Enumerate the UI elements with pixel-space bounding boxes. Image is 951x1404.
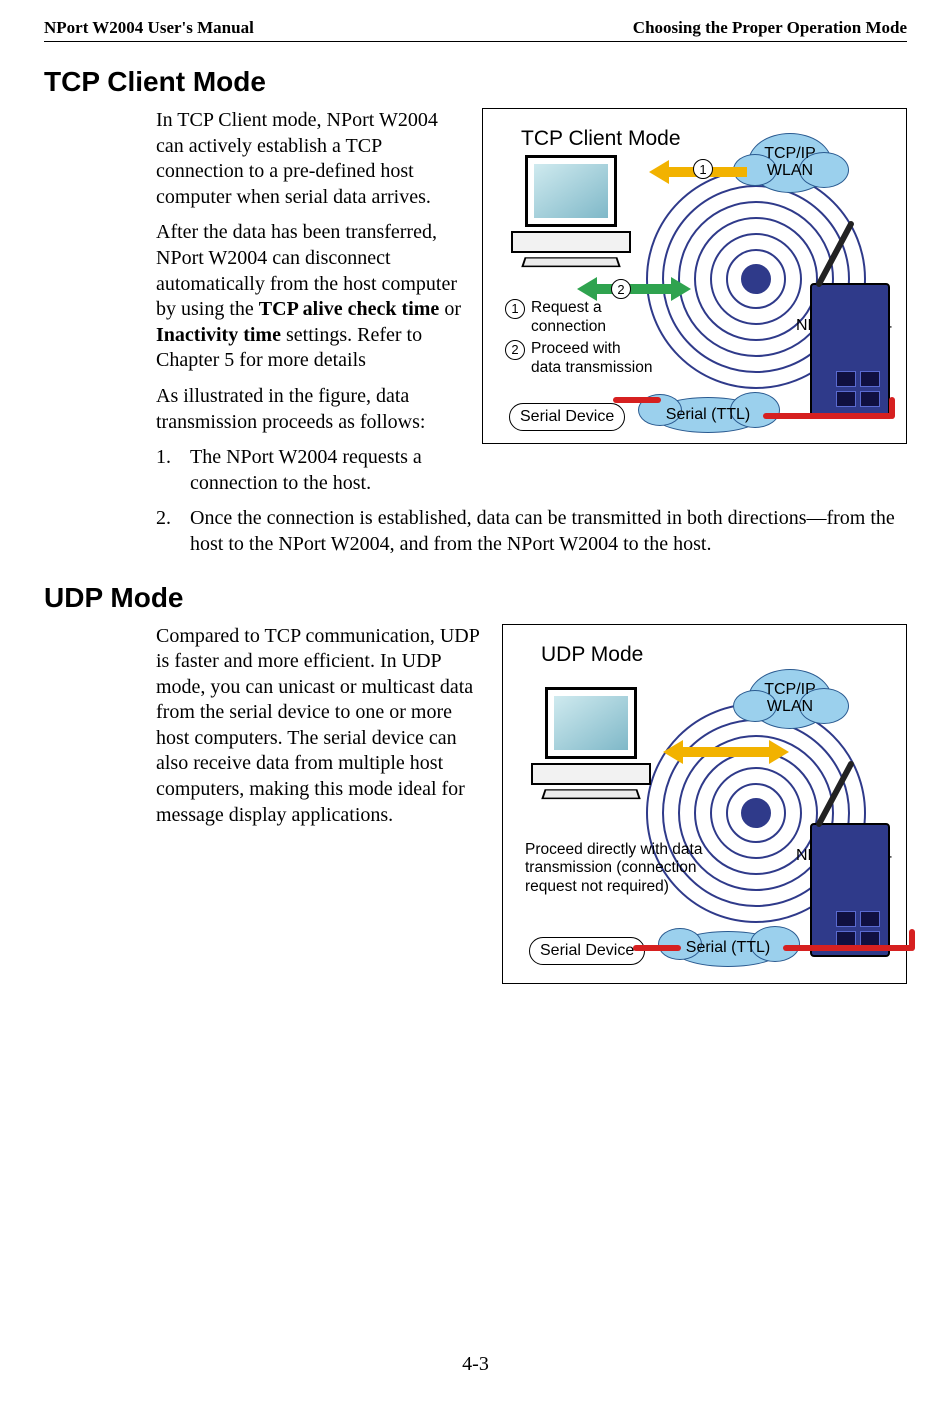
host-pc-icon [531, 687, 651, 797]
tcpip-wlan-cloud-icon: TCP/IPWLAN [748, 133, 832, 193]
nport-device-icon [810, 283, 890, 417]
fig2-title: UDP Mode [541, 643, 643, 667]
header-left: NPort W2004 User's Manual [44, 18, 254, 38]
cable-icon [909, 929, 915, 951]
serial-device-label: Serial Device [529, 937, 645, 965]
cable-icon [633, 945, 681, 951]
fig1-title: TCP Client Mode [521, 127, 681, 151]
figure-tcp-client: TCP Client Mode TCP/IPWLAN 1 2 1Request … [482, 108, 907, 444]
arrow-bidirectional-icon [663, 745, 789, 759]
marker-1-icon: 1 [693, 159, 713, 179]
cable-icon [613, 397, 661, 403]
figure-udp: UDP Mode TCP/IPWLAN Proceed directly wit… [502, 624, 907, 984]
header-right: Choosing the Proper Operation Mode [633, 18, 907, 38]
udp-p1: Compared to TCP communication, UDP is fa… [156, 624, 486, 829]
fig2-note: Proceed directly with data transmission … [525, 841, 751, 898]
section-udp-title: UDP Mode [44, 582, 907, 614]
cable-icon [763, 413, 893, 419]
serial-device-label: Serial Device [509, 403, 625, 431]
tcp-step-1: 1. The NPort W2004 requests a connection… [156, 445, 466, 496]
cable-icon [783, 945, 913, 951]
tcp-step-2: 2. Once the connection is established, d… [156, 506, 907, 557]
cable-icon [889, 397, 895, 419]
nport-device-icon [810, 823, 890, 957]
arrow-bidirectional-icon [577, 282, 691, 296]
fig1-legend: 1Request aconnection 2Proceed withdata t… [505, 299, 665, 381]
marker-2-icon: 2 [611, 279, 631, 299]
page-number: 4-3 [0, 1353, 951, 1376]
serial-ttl-cloud-icon: Serial (TTL) [673, 931, 783, 967]
page-header: NPort W2004 User's Manual Choosing the P… [44, 18, 907, 42]
serial-ttl-cloud-icon: Serial (TTL) [653, 397, 763, 433]
tcp-p2: After the data has been transferred, NPo… [156, 220, 466, 374]
section-tcp-client-title: TCP Client Mode [44, 66, 907, 98]
tcp-p1: In TCP Client mode, NPort W2004 can acti… [156, 108, 466, 210]
tcpip-wlan-cloud-icon: TCP/IPWLAN [748, 669, 832, 729]
host-pc-icon [511, 155, 631, 265]
tcp-p3: As illustrated in the figure, data trans… [156, 384, 466, 435]
